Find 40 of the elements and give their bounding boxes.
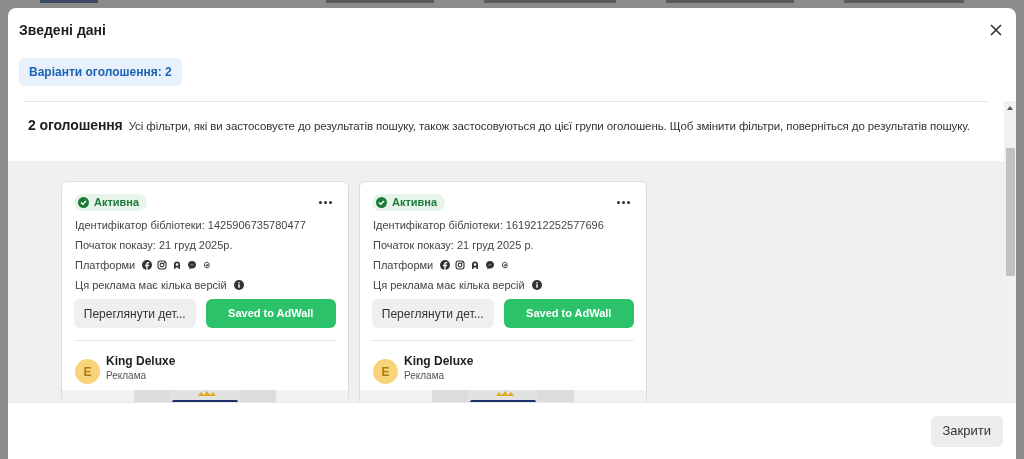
- platforms-label: Платформи: [373, 258, 434, 272]
- advertiser-avatar: E: [373, 359, 398, 384]
- threads-icon: [500, 260, 511, 270]
- advertiser-avatar: E: [75, 359, 100, 384]
- start-date-text: Початок показу: 21 груд 2025р.: [74, 238, 234, 252]
- scroll-up-arrow-icon[interactable]: [1006, 105, 1014, 111]
- variants-tab[interactable]: Варіанти оголошення: 2: [19, 58, 182, 86]
- more-icon[interactable]: [319, 201, 332, 204]
- scrollbar[interactable]: [1004, 101, 1016, 402]
- close-button[interactable]: Закрити: [930, 415, 1003, 447]
- facebook-icon: [440, 260, 451, 270]
- instagram-icon: [455, 260, 466, 270]
- sponsored-label: Реклама: [106, 369, 148, 383]
- messenger-icon: [187, 260, 198, 270]
- background-logo: [40, 0, 98, 3]
- status-badge: Активна: [74, 194, 148, 211]
- close-icon[interactable]: [990, 24, 1002, 36]
- summary-text: 2 оголошення Усі фільтри, які ви застосовуєте до результатів пошуку, також застосовуються до цієї групи оголошень. Щоб змінити фільтри, поверніться до результатів пошуку.: [27, 116, 971, 135]
- start-date-text: Початок показу: 21 груд 2025 р.: [372, 238, 535, 252]
- status-badge: Активна: [372, 194, 446, 211]
- threads-icon: [202, 260, 213, 270]
- dialog-title: Зведені дані: [19, 20, 106, 40]
- more-icon[interactable]: [617, 201, 630, 204]
- advertiser-name[interactable]: King Deluxe: [106, 354, 176, 369]
- facebook-icon: [142, 260, 153, 270]
- info-icon[interactable]: [531, 280, 542, 290]
- versions-note: Ця реклама має кілька версій: [75, 278, 227, 292]
- sponsored-label: Реклама: [404, 369, 446, 383]
- versions-note: Ця реклама має кілька версій: [373, 278, 525, 292]
- instagram-icon: [157, 260, 168, 270]
- audience-network-icon: [172, 260, 183, 270]
- details-button[interactable]: Переглянути дет...: [372, 299, 494, 328]
- library-id-text: Ідентифікатор бібліотеки: 1619212252577696: [372, 218, 605, 232]
- library-id-text: Ідентифікатор бібліотеки: 1425906735780477: [74, 218, 307, 232]
- details-button[interactable]: Переглянути дет...: [74, 299, 196, 328]
- advertiser-name[interactable]: King Deluxe: [404, 354, 474, 369]
- platforms-label: Платформи: [75, 258, 136, 272]
- messenger-icon: [485, 260, 496, 270]
- audience-network-icon: [470, 260, 481, 270]
- info-icon[interactable]: [233, 280, 244, 290]
